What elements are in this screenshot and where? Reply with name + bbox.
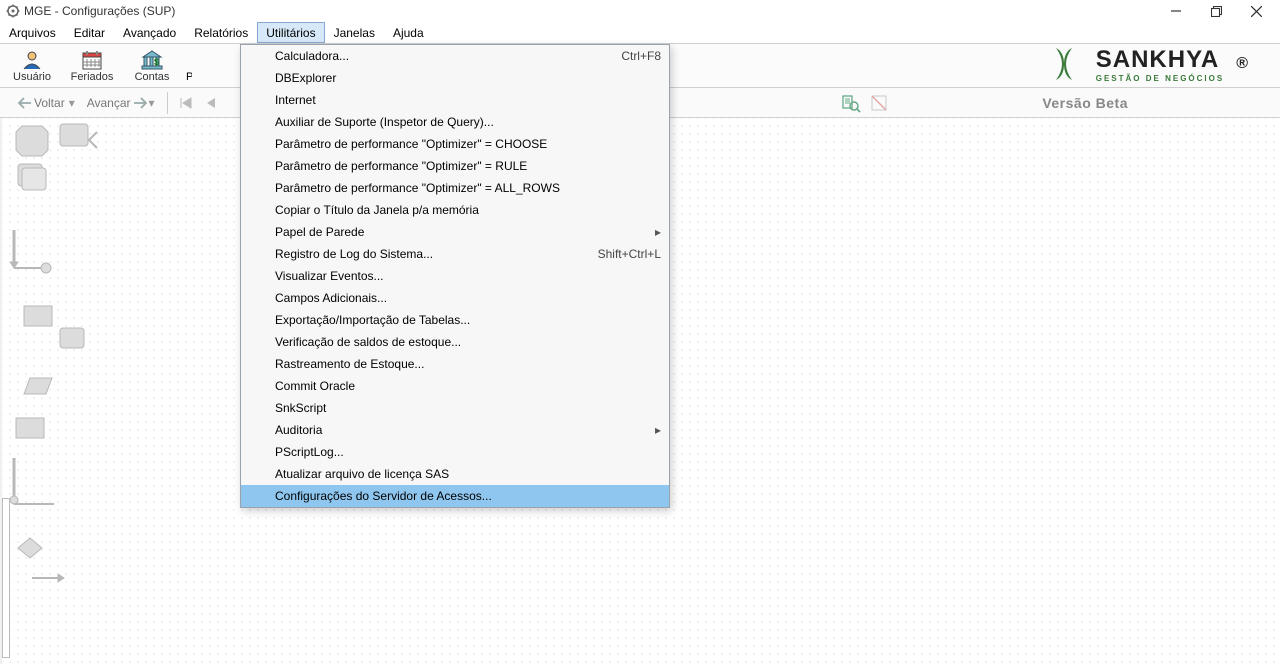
titlebar: MGE - Configurações (SUP) bbox=[0, 0, 1280, 22]
menu-item-label: Internet bbox=[241, 93, 661, 107]
first-page-button[interactable] bbox=[176, 92, 198, 114]
toolbar-label: Contas bbox=[135, 71, 170, 83]
prev-page-button[interactable] bbox=[200, 92, 222, 114]
menu-item-label: Auditoria bbox=[241, 423, 647, 437]
menu-item-label: Commit Oracle bbox=[241, 379, 661, 393]
workflow-stencil bbox=[2, 118, 112, 664]
menu-item[interactable]: Commit Oracle bbox=[241, 375, 669, 397]
menu-item-label: Configurações do Servidor de Acessos... bbox=[241, 489, 661, 503]
menu-item[interactable]: Papel de Parede▸ bbox=[241, 221, 669, 243]
menu-item[interactable]: Exportação/Importação de Tabelas... bbox=[241, 309, 669, 331]
menu-item[interactable]: Registro de Log do Sistema...Shift+Ctrl+… bbox=[241, 243, 669, 265]
brand-logo: SANKHYA GESTÃO DE NEGÓCIOS ® bbox=[1044, 44, 1248, 84]
menu-relatorios[interactable]: Relatórios bbox=[185, 22, 257, 43]
dropdown-caret-icon: ▾ bbox=[67, 96, 75, 110]
menu-item[interactable]: DBExplorer bbox=[241, 67, 669, 89]
utilitarios-dropdown: Calculadora...Ctrl+F8 DBExplorer Internet A… bbox=[240, 44, 670, 508]
filter-icon[interactable] bbox=[868, 92, 890, 114]
menu-item[interactable]: Calculadora...Ctrl+F8 bbox=[241, 45, 669, 67]
forward-button[interactable]: Avançar ▾ bbox=[81, 94, 159, 112]
menu-item-label: Atualizar arquivo de licença SAS bbox=[241, 467, 661, 481]
chevron-right-icon: ▸ bbox=[647, 423, 661, 437]
close-button[interactable] bbox=[1236, 0, 1276, 22]
menu-item[interactable]: Configurações do Servidor de Acessos... bbox=[241, 485, 669, 507]
brand-tagline: GESTÃO DE NEGÓCIOS bbox=[1096, 74, 1224, 83]
menu-item[interactable]: Parâmetro de performance "Optimizer" = C… bbox=[241, 133, 669, 155]
toolbar-label: Feriados bbox=[71, 71, 114, 83]
version-label: Versão Beta bbox=[1042, 95, 1128, 111]
menu-item-shortcut: Shift+Ctrl+L bbox=[598, 247, 661, 261]
menu-item-label: Parâmetro de performance "Optimizer" = A… bbox=[241, 181, 661, 195]
toolbar-feriados[interactable]: Feriados bbox=[66, 46, 118, 86]
menu-editar[interactable]: Editar bbox=[65, 22, 114, 43]
menu-item-label: DBExplorer bbox=[241, 71, 661, 85]
menu-item[interactable]: Parâmetro de performance "Optimizer" = A… bbox=[241, 177, 669, 199]
menu-item[interactable]: Auxiliar de Suporte (Inspetor de Query).… bbox=[241, 111, 669, 133]
menu-item-label: Registro de Log do Sistema... bbox=[241, 247, 598, 261]
menu-item[interactable]: SnkScript bbox=[241, 397, 669, 419]
menu-item-label: Exportação/Importação de Tabelas... bbox=[241, 313, 661, 327]
menu-item-label: Visualizar Eventos... bbox=[241, 269, 661, 283]
maximize-button[interactable] bbox=[1196, 0, 1236, 22]
back-label: Voltar bbox=[32, 96, 67, 110]
dropdown-caret-icon: ▾ bbox=[147, 96, 155, 110]
menu-item[interactable]: Parâmetro de performance "Optimizer" = R… bbox=[241, 155, 669, 177]
back-button[interactable]: Voltar ▾ bbox=[14, 94, 79, 112]
leaf-logo-icon bbox=[1044, 44, 1084, 84]
menu-avancado[interactable]: Avançado bbox=[114, 22, 185, 43]
menu-item-label: Papel de Parede bbox=[241, 225, 647, 239]
menu-item[interactable]: Verificação de saldos de estoque... bbox=[241, 331, 669, 353]
menu-item-label: Campos Adicionais... bbox=[241, 291, 661, 305]
menu-item-label: Calculadora... bbox=[241, 49, 621, 63]
menu-item-label: Auxiliar de Suporte (Inspetor de Query).… bbox=[241, 115, 661, 129]
menu-item-label: Parâmetro de performance "Optimizer" = R… bbox=[241, 159, 661, 173]
menu-arquivos[interactable]: Arquivos bbox=[0, 22, 65, 43]
menu-item[interactable]: Rastreamento de Estoque... bbox=[241, 353, 669, 375]
menu-item[interactable]: Auditoria▸ bbox=[241, 419, 669, 441]
menu-item-label: Rastreamento de Estoque... bbox=[241, 357, 661, 371]
menu-item-shortcut: Ctrl+F8 bbox=[621, 49, 661, 63]
brand-name: SANKHYA bbox=[1096, 46, 1224, 74]
arrow-right-icon bbox=[133, 97, 147, 109]
menu-item-label: Parâmetro de performance "Optimizer" = C… bbox=[241, 137, 661, 151]
bank-icon: $ bbox=[141, 49, 163, 71]
menubar: Arquivos Editar Avançado Relatórios Util… bbox=[0, 22, 1280, 44]
vertical-ruler[interactable] bbox=[2, 498, 10, 658]
arrow-left-icon bbox=[18, 97, 32, 109]
calendar-icon bbox=[81, 49, 103, 71]
minimize-button[interactable] bbox=[1156, 0, 1196, 22]
menu-item-label: Verificação de saldos de estoque... bbox=[241, 335, 661, 349]
menu-utilitarios[interactable]: Utilitários bbox=[257, 22, 324, 43]
search-inspect-icon[interactable] bbox=[840, 92, 862, 114]
toolbar-label: Usuário bbox=[13, 71, 51, 83]
separator bbox=[167, 92, 168, 114]
chevron-right-icon: ▸ bbox=[647, 225, 661, 239]
menu-ajuda[interactable]: Ajuda bbox=[384, 22, 433, 43]
forward-label: Avançar bbox=[85, 96, 133, 110]
menu-item[interactable]: PScriptLog... bbox=[241, 441, 669, 463]
toolbar-partial: P bbox=[186, 49, 192, 83]
svg-text:$: $ bbox=[154, 57, 159, 67]
menu-janelas[interactable]: Janelas bbox=[325, 22, 384, 43]
window-title: MGE - Configurações (SUP) bbox=[24, 4, 175, 18]
menu-item[interactable]: Internet bbox=[241, 89, 669, 111]
toolbar-usuario[interactable]: Usuário bbox=[6, 46, 58, 86]
app-gear-icon bbox=[6, 4, 20, 18]
menu-item[interactable]: Copiar o Título da Janela p/a memória bbox=[241, 199, 669, 221]
menu-item-label: PScriptLog... bbox=[241, 445, 661, 459]
toolbar-contas[interactable]: $ Contas bbox=[126, 46, 178, 86]
menu-item[interactable]: Campos Adicionais... bbox=[241, 287, 669, 309]
menu-item[interactable]: Atualizar arquivo de licença SAS bbox=[241, 463, 669, 485]
menu-item-label: SnkScript bbox=[241, 401, 661, 415]
menu-item[interactable]: Visualizar Eventos... bbox=[241, 265, 669, 287]
menu-item-label: Copiar o Título da Janela p/a memória bbox=[241, 203, 661, 217]
user-icon bbox=[21, 49, 43, 71]
